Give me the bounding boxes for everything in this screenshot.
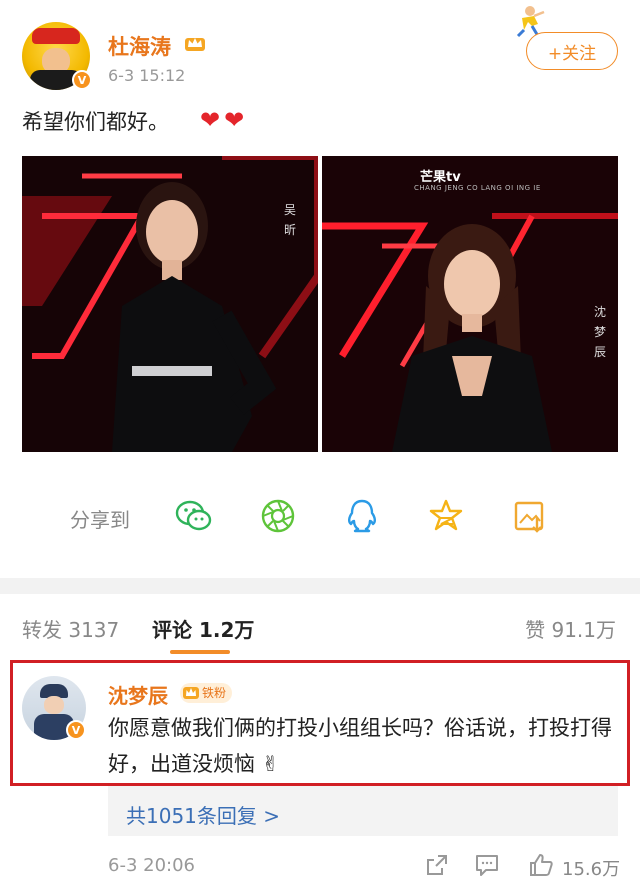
post-image-right[interactable]: 芒果tv CHANG JENG CO LANG OI ING IE 沈 梦 辰 [322, 156, 618, 452]
post-image-right-art [322, 156, 618, 452]
author-name[interactable]: 杜海涛 [108, 31, 171, 61]
heart-icon: ❤ [224, 106, 245, 134]
post-text: 希望你们都好。 [22, 110, 169, 134]
share-icon[interactable] [424, 852, 450, 878]
section-divider [0, 578, 640, 594]
verified-icon: V [72, 70, 92, 90]
comment-text: 你愿意做我们俩的打投小组组长吗？俗话说，打投打得好，出道没烦恼 ✌ [108, 716, 612, 776]
photo-right-caption: 沈 梦 辰 [594, 305, 607, 359]
qzone-icon[interactable] [426, 496, 466, 536]
comment-time: 6-3 20:06 [108, 855, 195, 876]
crown-icon [183, 687, 199, 699]
thumbs-up-icon[interactable] [528, 852, 554, 878]
mango-tv-logo: 芒果tv [420, 170, 461, 185]
comment-like-count: 15.6万 [562, 859, 621, 880]
tab-repost[interactable]: 转发 3137 [22, 614, 119, 643]
commenter-name[interactable]: 沈梦辰 [108, 680, 168, 709]
moments-icon[interactable] [258, 496, 298, 536]
post-time: 6-3 15:12 [108, 66, 186, 85]
share-label: 分享到 [70, 508, 130, 532]
avatar-hat [32, 28, 80, 44]
verified-icon: V [66, 720, 86, 740]
post-image-left-art [22, 156, 318, 452]
save-image-icon[interactable] [510, 496, 550, 536]
tab-comments[interactable]: 评论 1.2万 [152, 614, 254, 643]
crown-icon [185, 38, 205, 51]
avatar-face [44, 696, 64, 714]
replies-link[interactable]: 共1051条回复 > [126, 800, 280, 829]
active-tab-indicator [170, 650, 230, 654]
photo-left-caption: 吴 昕 [284, 203, 297, 237]
comment-icon[interactable] [474, 852, 500, 878]
hearts: ❤ ❤ [200, 108, 244, 132]
heart-icon: ❤ [200, 106, 221, 134]
post-image-left[interactable]: 吴 昕 [22, 156, 318, 452]
fan-badge-label: 铁粉 [202, 686, 227, 700]
follow-button[interactable]: +关注 [526, 32, 618, 70]
photo-right-subtitle: CHANG JENG CO LANG OI ING IE [414, 184, 541, 192]
qq-icon[interactable] [342, 496, 382, 536]
tab-likes[interactable]: 赞 91.1万 [525, 614, 616, 643]
wechat-icon[interactable] [174, 496, 214, 536]
fan-badge: 铁粉 [180, 683, 233, 703]
